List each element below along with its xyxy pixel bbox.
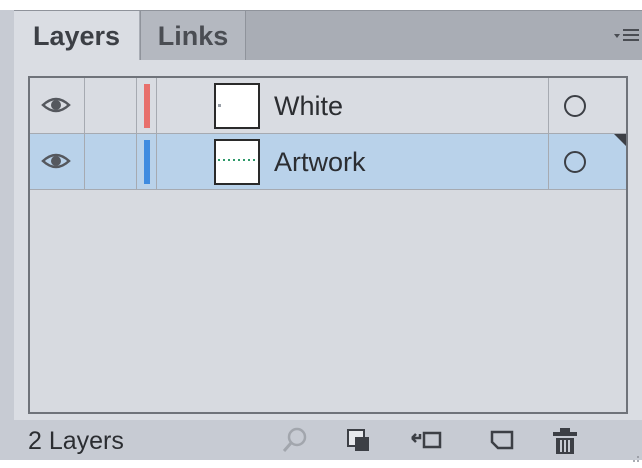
collect-for-export-icon[interactable] [344,426,374,456]
layer-row-white[interactable]: White [30,78,626,134]
tab-layers[interactable]: Layers [14,11,139,63]
new-sublayer-icon[interactable] [488,426,518,456]
column-divider [156,78,157,134]
column-divider [136,134,137,190]
panel-content: White Artwork [14,60,642,420]
layer-color-bar [144,140,150,184]
layers-list[interactable]: White Artwork [28,76,628,414]
column-divider [84,78,85,134]
target-circle-icon[interactable] [564,151,586,173]
tab-links[interactable]: Links [140,11,246,61]
search-icon[interactable] [280,426,310,456]
panel-menu-icon[interactable] [612,25,640,49]
resize-grip-icon[interactable] [632,450,640,462]
eye-icon[interactable] [41,151,71,171]
column-divider [136,78,137,134]
column-divider [156,134,157,190]
layer-thumbnail [214,139,260,185]
target-circle-icon[interactable] [564,95,586,117]
tab-bar: Layers Links [14,10,642,63]
column-divider [548,134,549,190]
make-clipping-mask-icon[interactable] [410,426,442,456]
eye-icon[interactable] [41,95,71,115]
layer-color-bar [144,84,150,128]
panel-footer: 2 Layers [14,420,642,462]
column-divider [548,78,549,134]
top-edge [0,0,642,10]
layer-count: 2 Layers [28,427,124,455]
column-divider [84,134,85,190]
layers-panel: Layers Links White Artwork 2 Layers [0,0,642,462]
layer-thumbnail [214,83,260,129]
layer-name[interactable]: White [274,78,343,134]
trash-icon[interactable] [550,426,580,456]
layer-row-artwork[interactable]: Artwork [30,134,626,190]
selection-indicator-icon [614,134,626,146]
layer-name[interactable]: Artwork [274,134,366,190]
